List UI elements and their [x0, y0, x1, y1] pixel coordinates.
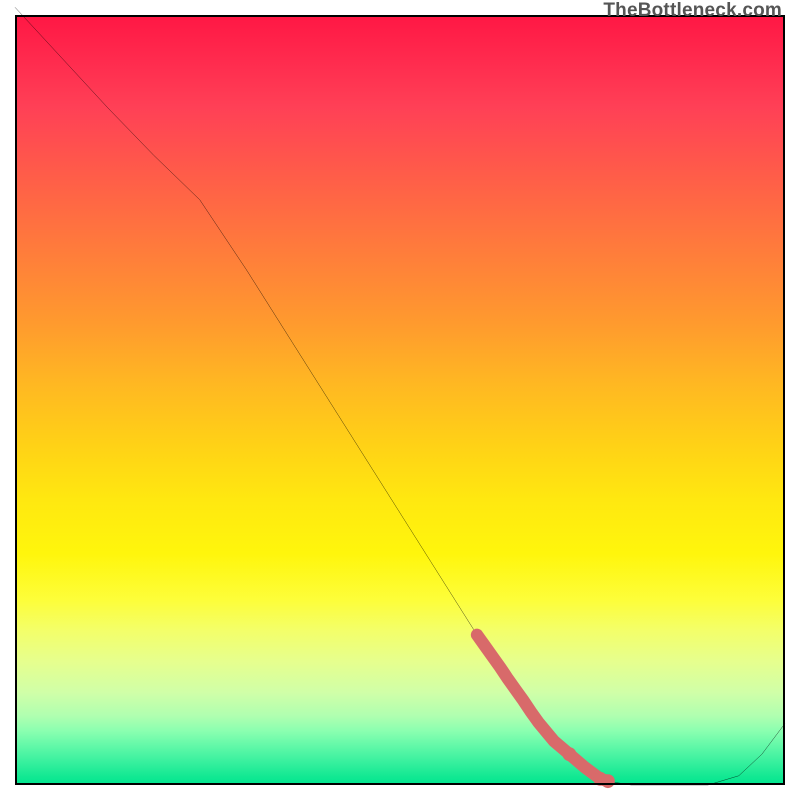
highlight-segment — [477, 635, 615, 788]
highlight-dot — [562, 747, 576, 761]
chart-overlay — [15, 15, 785, 785]
highlight-dot — [601, 774, 615, 788]
highlight-stroke — [477, 635, 608, 781]
chart-container: TheBottleneck.com — [0, 0, 800, 800]
watermark-text: TheBottleneck.com — [603, 0, 782, 22]
main-curve — [15, 7, 785, 785]
curve-line — [15, 7, 785, 785]
